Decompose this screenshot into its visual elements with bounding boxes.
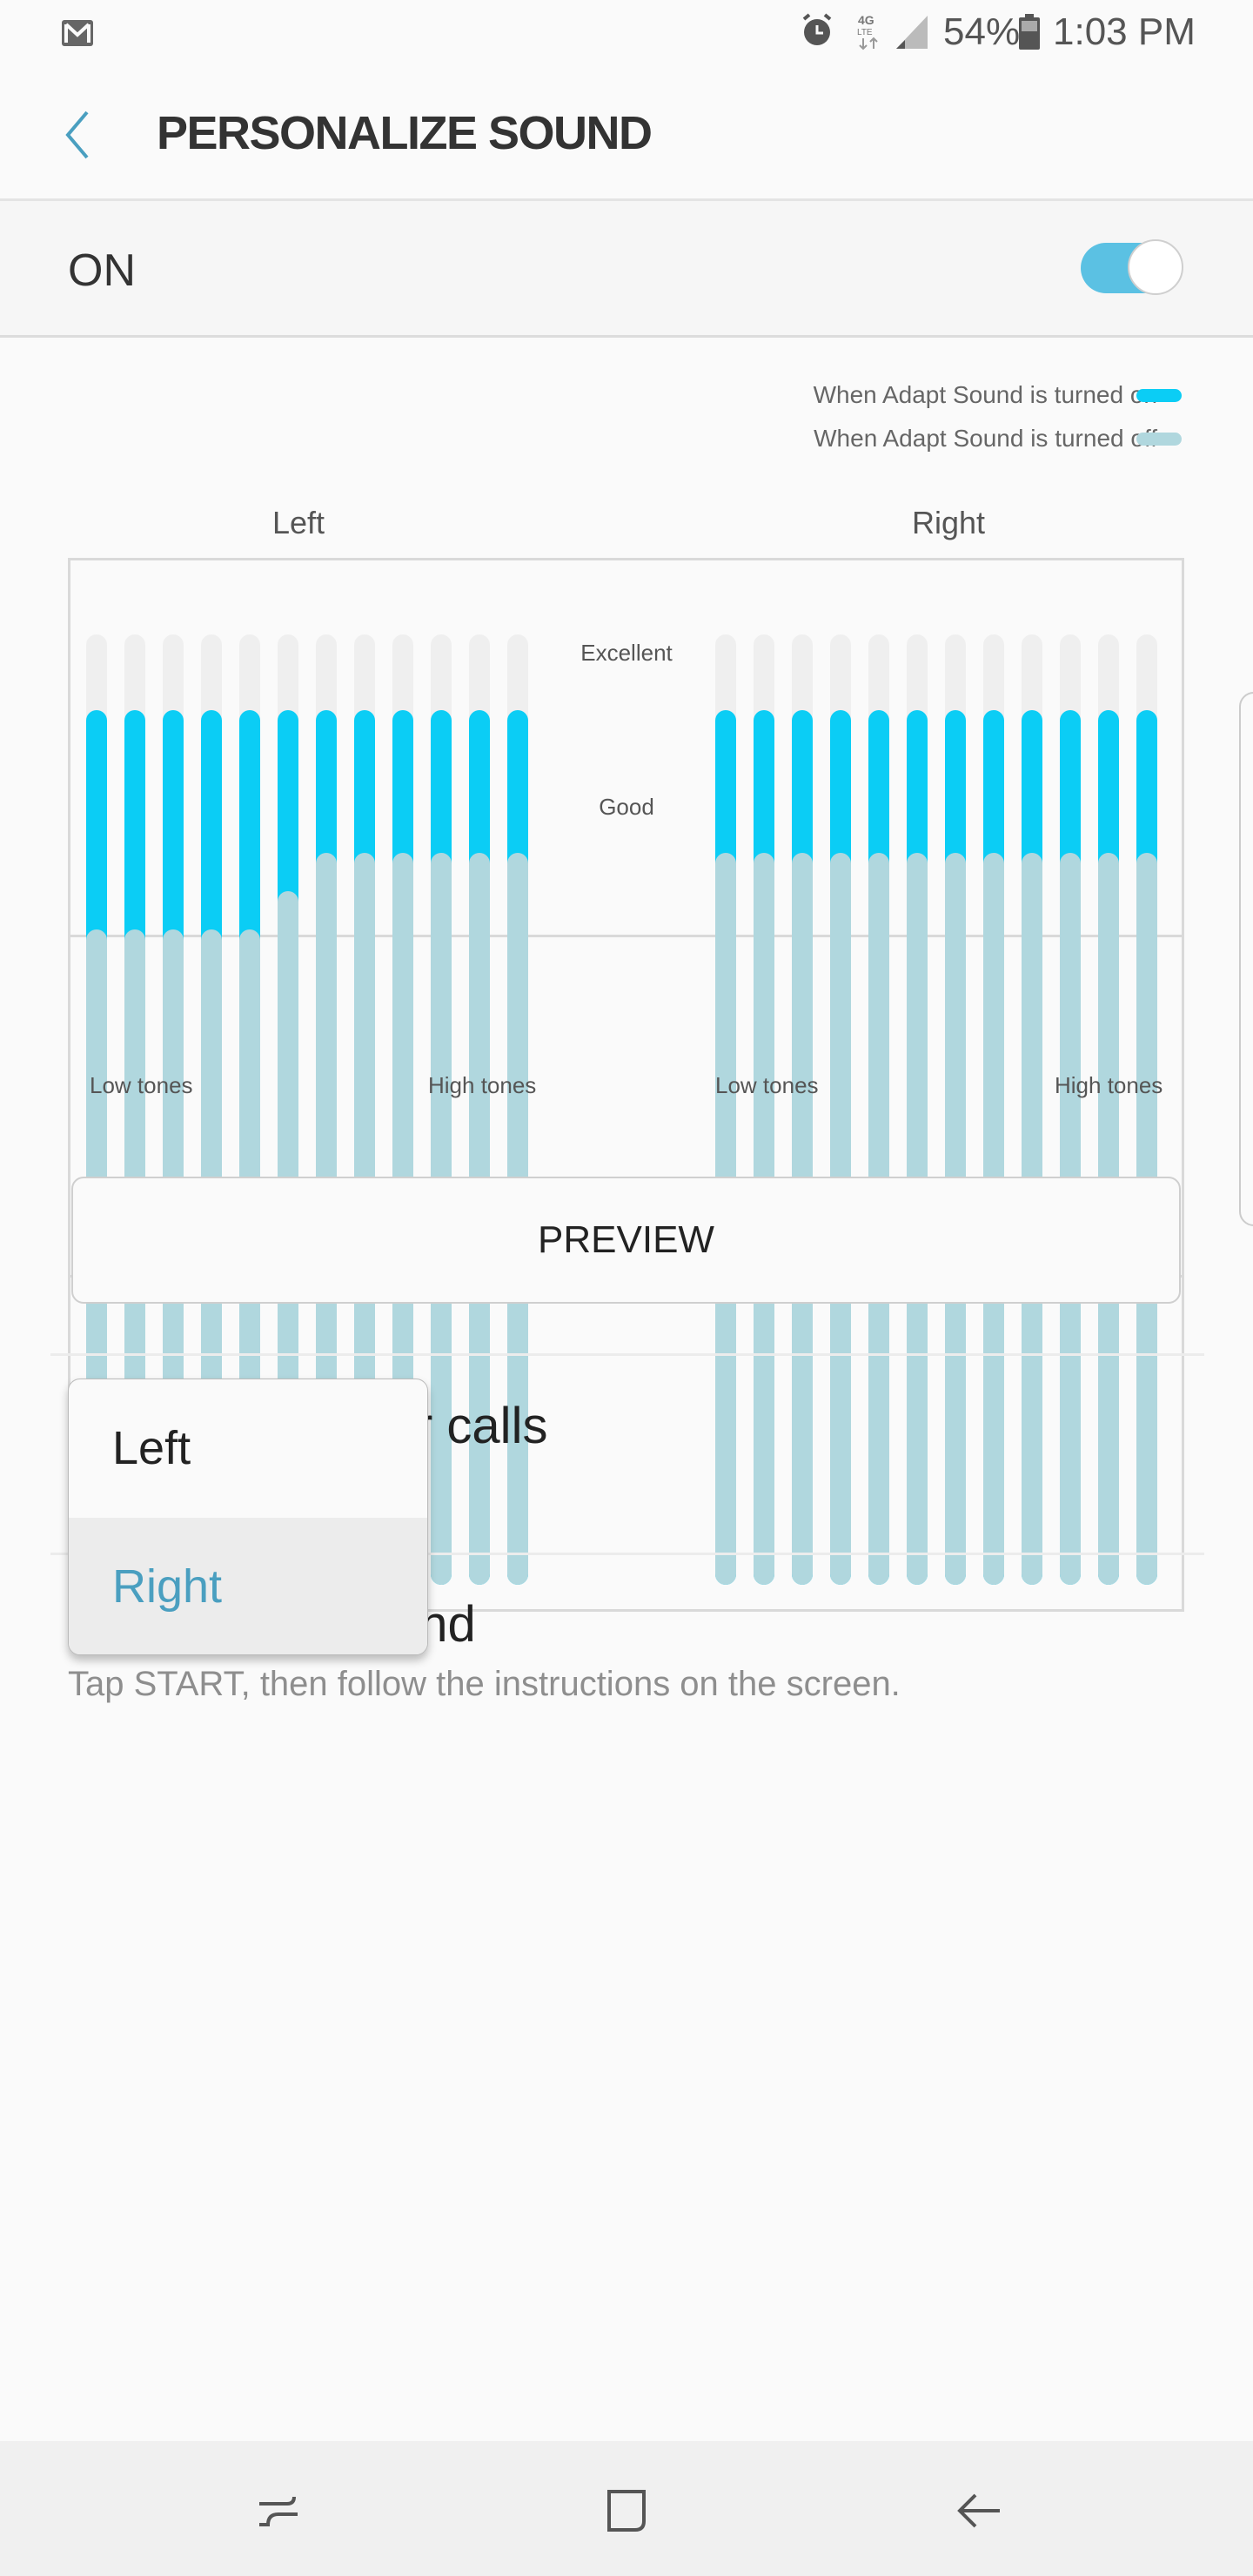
svg-text:LTE: LTE [857, 28, 873, 37]
popup-option-right[interactable]: Right [69, 1518, 427, 1654]
left-high-tones: High tones [428, 1072, 537, 1098]
back-chevron-icon[interactable] [61, 109, 96, 161]
zone-label-excellent: Excellent [580, 640, 673, 666]
preview-button[interactable]: PREVIEW [71, 1177, 1181, 1304]
nav-bar [0, 2441, 1253, 2576]
legend-off-swatch [1136, 433, 1182, 446]
page-title: PERSONALIZE SOUND [157, 107, 653, 159]
legend-off-label: When Adapt Sound is turned off [814, 425, 1157, 452]
home-button[interactable] [592, 2476, 661, 2546]
gmail-icon [62, 20, 93, 46]
battery-icon [1019, 14, 1040, 50]
master-toggle[interactable] [1081, 239, 1183, 295]
zone-label-good: Good [599, 794, 654, 820]
alarm-icon [802, 13, 832, 45]
back-button[interactable] [944, 2476, 1014, 2546]
divider [50, 1353, 1204, 1356]
4g-lte-icon: 4GLTE [857, 13, 878, 50]
master-switch-label: ON [68, 245, 136, 296]
recents-button[interactable] [244, 2476, 313, 2546]
left-ear-title: Left [272, 505, 325, 540]
item-adapt-subtitle: Tap START, then follow the instructions … [68, 1665, 901, 1703]
ear-select-popup: Left Right [68, 1379, 428, 1655]
status-bar: 4G LTE 54% 1:03 PM [0, 0, 1253, 66]
popup-option-left[interactable]: Left [69, 1379, 427, 1518]
legend-on-label: When Adapt Sound is turned on [813, 381, 1157, 408]
master-switch-row[interactable]: ON [0, 201, 1253, 338]
left-low-tones: Low tones [90, 1072, 193, 1098]
right-high-tones: High tones [1055, 1072, 1163, 1098]
legend-on-swatch [1136, 389, 1182, 402]
edge-panel-handle[interactable] [1239, 692, 1253, 1226]
right-ear-title: Right [912, 505, 986, 540]
back-icon [957, 2493, 1000, 2528]
clock: 1:03 PM [1053, 10, 1196, 53]
gridline-excellent [68, 935, 1184, 937]
home-icon [607, 2490, 646, 2532]
signal-icon [896, 16, 928, 49]
toggle-knob [1128, 239, 1183, 295]
item-calls-title[interactable]: r calls [416, 1397, 547, 1455]
battery-percent: 54% [943, 10, 1021, 53]
recents-icon [259, 2496, 298, 2526]
svg-text:4G: 4G [858, 13, 874, 27]
right-low-tones: Low tones [715, 1072, 819, 1098]
